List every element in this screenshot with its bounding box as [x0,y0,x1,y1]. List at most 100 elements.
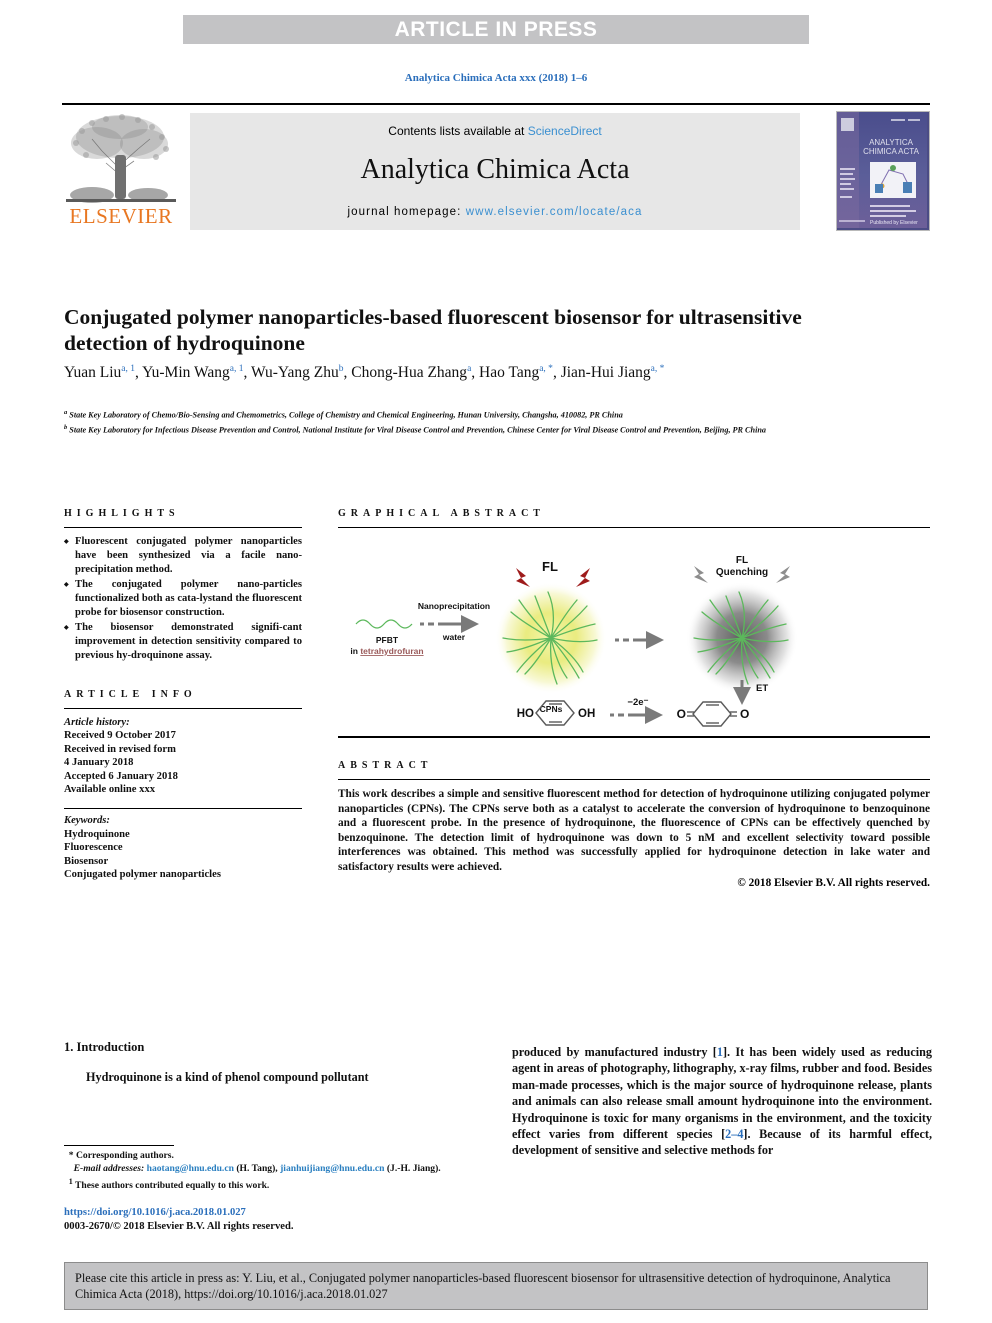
affiliation-item: a State Key Laboratory of Chemo/Bio-Sens… [64,407,884,421]
quench-bolt-right-icon [776,566,790,583]
highlight-item: The biosensor demonstrated signifi-cant … [64,621,302,663]
email-label: E-mail addresses: [73,1163,145,1174]
graphical-abstract-heading: GRAPHICAL ABSTRACT [338,508,545,519]
graphical-abstract-diagram: PFBT in tetrahydrofuran Nanoprecipitatio… [350,555,798,727]
keywords-block: Keywords: Hydroquinone Fluorescence Bios… [64,814,302,881]
pfbt-solvent-label: in tetrahydrofuran [350,646,423,656]
right-column: GRAPHICAL ABSTRACT PFBT in tetrahydrofur… [338,508,930,889]
author-name: Yuan Liu [64,364,122,382]
intro-text-part1: produced by manufactured industry [ [512,1045,717,1059]
article-info-divider [64,708,302,709]
keywords-label: Keywords: [64,815,110,827]
fl-bolt-right-icon [576,568,590,587]
footnote-block: * Corresponding authors. E-mail addresse… [64,1150,492,1192]
keyword-item: Fluorescence [64,842,123,854]
oh-label: OH [578,708,595,720]
water-label: water [442,632,466,642]
article-history-item: Available online xxx [64,784,156,796]
fl-label: FL [542,559,558,574]
author-item: Chong-Hua Zhanga [351,364,471,381]
author-name: Hao Tang [479,364,540,382]
introduction-heading: 1. Introduction [64,1040,145,1054]
o-right-label: O [740,707,749,721]
corresponding-authors-text: Corresponding authors. [76,1150,174,1162]
highlight-item: The conjugated polymer nano-particles fu… [64,578,302,620]
equal-contribution-note: 1 These authors contributed equally to t… [68,1176,270,1191]
author-name: Yu-Min Wang [142,364,230,382]
affiliation-text: State Key Laboratory of Chemo/Bio-Sensin… [69,410,623,420]
keyword-item: Biosensor [64,855,109,867]
article-in-press-banner: ARTICLE IN PRESS [183,15,809,44]
quench-bolt-left-icon [694,566,708,583]
author-item: Jian-Hui Jianga, * [561,364,665,381]
abstract-heading: ABSTRACT [338,760,433,771]
corresponding-authors-note: * Corresponding authors. [64,1150,174,1162]
author-item: Yuan Liua, 1 [64,364,135,381]
journal-masthead: ELSEVIER Contents lists available at Sci… [62,103,930,233]
author-separator: , [552,364,561,382]
reference-link-2[interactable]: 2–4 [725,1127,743,1141]
email-link-1[interactable]: haotang@hnu.edu.cn [147,1163,234,1174]
highlights-heading: HIGHLIGHTS [64,508,180,519]
author-affiliation-mark: a, 1 [121,364,135,374]
author-affiliation-mark: a, 1 [229,364,244,374]
body-left-column: 1. Introduction Hydroquinone is a kind o… [64,1040,492,1234]
author-item: Yu-Min Wanga, 1 [142,364,243,381]
elsevier-wordmark: ELSEVIER [69,204,173,228]
author-list: Yuan Liua, 1, Yu-Min Wanga, 1, Wu-Yang Z… [64,358,864,384]
highlight-item: Fluorescent conjugated polymer nanoparti… [64,535,302,577]
highlights-list: Fluorescent conjugated polymer nanoparti… [64,535,302,663]
ho-label: HO [517,708,534,720]
affiliation-list: a State Key Laboratory of Chemo/Bio-Sens… [64,407,884,437]
abstract-copyright: © 2018 Elsevier B.V. All rights reserved… [737,876,930,889]
left-column: HIGHLIGHTS Fluorescent conjugated polyme… [64,508,302,881]
contents-available-line: Contents lists available at ScienceDirec… [190,113,800,138]
doi-link[interactable]: https://doi.org/10.1016/j.aca.2018.01.02… [64,1206,492,1220]
email-link-2[interactable]: jianhuijiang@hnu.edu.cn [280,1163,384,1174]
introduction-paragraph-right: produced by manufactured industry [1]. I… [512,1044,932,1159]
fl-bolt-left-icon [516,568,530,587]
author-name: Jian-Hui Jiang [560,364,651,382]
article-in-press-label: ARTICLE IN PRESS [394,17,598,41]
abstract-divider [338,779,930,780]
affiliation-text: State Key Laboratory for Infectious Dise… [69,425,766,435]
article-info-heading: ARTICLE INFO [64,689,197,700]
svg-text:Published by Elsevier: Published by Elsevier [870,220,918,226]
author-separator: , [471,364,480,382]
fl-quenching-label-line1: FL [736,555,748,566]
svg-text:CHIMICA ACTA: CHIMICA ACTA [863,147,920,156]
author-affiliation-mark: a, * [650,364,665,374]
contents-prefix: Contents lists available at [388,124,528,138]
journal-reference-line: Analytica Chimica Acta xxx (2018) 1–6 [404,72,588,84]
author-affiliation-mark: a, * [539,364,553,374]
pfbt-label: PFBT [376,635,399,645]
article-history-block: Article history: Received 9 October 2017… [64,716,302,796]
author-separator: , [243,364,251,382]
author-name: Chong-Hua Zhang [351,364,468,382]
footnote-divider [64,1145,174,1147]
o-left-label: O [677,707,686,721]
keyword-item: Hydroquinone [64,828,130,840]
page-title: Conjugated polymer nanoparticles-based f… [64,305,802,356]
keywords-divider [64,808,302,810]
issn-copyright-line: 0003-2670/© 2018 Elsevier B.V. All right… [64,1221,294,1233]
elsevier-logo: ELSEVIER [62,111,180,229]
sciencedirect-link[interactable]: ScienceDirect [528,124,602,138]
email-note: E-mail addresses: haotang@hnu.edu.cn (H.… [73,1163,441,1174]
email-owner-2: (J.-H. Jiang). [386,1163,441,1174]
journal-homepage-link[interactable]: www.elsevier.com/locate/aca [466,206,643,218]
introduction-paragraph-left: Hydroquinone is a kind of phenol compoun… [86,1070,369,1084]
journal-homepage-line: journal homepage: www.elsevier.com/locat… [190,206,800,218]
pfbt-polymer-chain [355,619,413,629]
author-item: Wu-Yang Zhub [251,364,344,381]
journal-title: Analytica Chimica Acta [360,154,630,185]
article-history-item: Accepted 6 January 2018 [64,770,178,782]
elsevier-tree-icon [66,114,176,203]
highlights-divider [64,527,302,528]
article-history-label: Article history: [64,717,130,728]
author-name: Wu-Yang Zhu [250,364,339,382]
affiliation-item: b State Key Laboratory for Infectious Di… [64,422,884,436]
equal-contribution-text: These authors contributed equally to thi… [75,1179,270,1191]
article-history-item: Received in revised form [64,743,176,755]
body-right-column: produced by manufactured industry [1]. I… [512,1044,932,1159]
